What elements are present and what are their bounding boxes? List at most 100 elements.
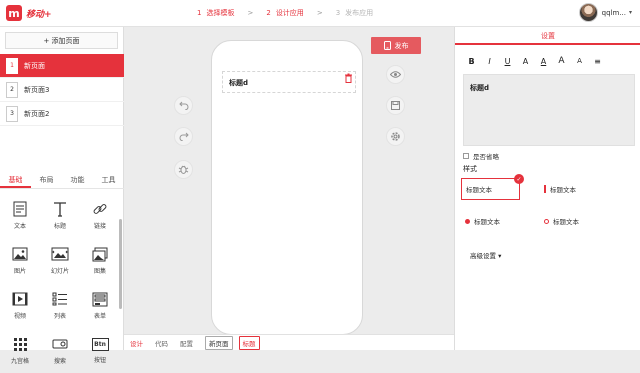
left-panel: + 添加页面 1 新页面 2 新页面3 3 新页面2 基础 布局 功能 工具 文… <box>0 27 124 365</box>
text-editor[interactable]: 标题d <box>463 74 635 146</box>
component-image[interactable]: 图片 <box>2 238 38 283</box>
omit-checkbox[interactable]: 是否省略 <box>463 151 499 161</box>
logo-name: 移动+ <box>26 9 52 20</box>
check-icon: ✓ <box>514 174 524 184</box>
step-3[interactable]: 3 发布应用 <box>336 8 373 18</box>
page-item[interactable]: 3 新页面2 <box>0 102 124 126</box>
page-label: 新页面2 <box>24 109 50 118</box>
publish-button[interactable]: 发布 <box>371 37 421 54</box>
format-toolbar: B I U A A A A ≡ <box>463 54 607 68</box>
step-indicator: 1 选择模板 > 2 设计应用 > 3 发布应用 <box>197 8 373 18</box>
redo-icon <box>179 132 189 141</box>
font-size-button[interactable]: A <box>517 54 534 68</box>
redo-button[interactable] <box>174 127 193 146</box>
undo-icon <box>178 101 188 110</box>
tab-layout[interactable]: 布局 <box>31 173 62 188</box>
page-number: 1 <box>6 57 18 74</box>
align-left-button[interactable]: ≡ <box>589 54 606 68</box>
save-icon <box>391 101 400 110</box>
app-logo[interactable]: m 移动+ <box>6 5 52 21</box>
step-separator: > <box>316 9 323 17</box>
slideshow-icon <box>51 246 69 262</box>
text-editor-value: 标题d <box>470 84 490 92</box>
breadcrumb-page[interactable]: 新页面 <box>205 335 233 350</box>
gallery-icon <box>91 246 109 262</box>
tab-config[interactable]: 配置 <box>180 338 193 348</box>
step-separator: > <box>247 9 254 17</box>
chevron-down-icon: ▾ <box>628 9 632 16</box>
avatar[interactable] <box>578 3 598 22</box>
tab-tools[interactable]: 工具 <box>93 173 124 188</box>
phone-icon <box>383 41 391 50</box>
tab-design[interactable]: 设计 <box>130 338 143 348</box>
component-form[interactable]: 表单 <box>82 283 118 328</box>
font-increase-button[interactable]: A <box>553 54 570 68</box>
bar-marker-icon <box>544 185 546 193</box>
logo-mark: m <box>6 5 22 21</box>
text-doc-icon <box>11 201 29 217</box>
add-page-button[interactable]: + 添加页面 <box>5 32 118 49</box>
component-button[interactable]: Btn 按钮 <box>82 328 118 373</box>
tab-settings[interactable]: 设置 <box>455 30 640 45</box>
component-video[interactable]: 视频 <box>2 283 38 328</box>
link-icon <box>91 201 109 217</box>
title-t-icon <box>51 201 69 217</box>
tab-code[interactable]: 代码 <box>155 338 168 348</box>
component-text[interactable]: 文本 <box>2 193 38 238</box>
ring-marker-icon <box>544 218 549 224</box>
page-number: 3 <box>6 105 18 122</box>
component-grid-nine[interactable]: 九宫格 <box>2 328 38 373</box>
top-bar: m 移动+ 1 选择模板 > 2 设计应用 > 3 发布应用 qqlm... ▾ <box>0 0 640 27</box>
user-menu[interactable]: qqlm... ▾ <box>578 3 632 22</box>
form-icon <box>91 291 109 307</box>
settings-panel: 设置 B I U A A A A ≡ 标题d 是否省略 样式 标题文本 ✓ 标题… <box>454 27 640 350</box>
component-slideshow[interactable]: 幻灯片 <box>42 238 78 283</box>
undo-button[interactable] <box>174 96 193 115</box>
scrollbar[interactable] <box>119 219 122 309</box>
tab-basic[interactable]: 基础 <box>0 173 31 188</box>
font-color-button[interactable]: A <box>535 54 552 68</box>
underline-button[interactable]: U <box>499 54 516 68</box>
user-name: qqlm... <box>601 8 626 17</box>
component-grid: 文本 标题 链接 图片 幻灯片 图集 视频 列表 表单 九宫格 搜索 Btn 按… <box>0 193 118 373</box>
breadcrumb-widget[interactable]: 标题 <box>238 335 260 350</box>
page-number: 2 <box>6 81 18 98</box>
style-option[interactable]: 标题文本 <box>544 178 614 200</box>
component-title[interactable]: 标题 <box>42 193 78 238</box>
style-option[interactable]: 标题文本 <box>544 210 614 232</box>
component-list[interactable]: 列表 <box>42 283 78 328</box>
debug-button[interactable] <box>174 160 193 179</box>
save-button[interactable] <box>386 96 405 115</box>
settings-button[interactable] <box>386 127 405 146</box>
preview-button[interactable] <box>386 65 405 84</box>
page-item[interactable]: 2 新页面3 <box>0 78 124 102</box>
tab-function[interactable]: 功能 <box>62 173 93 188</box>
bottom-bar: 设计 代码 配置 新页面 标题 <box>124 334 454 350</box>
component-gallery[interactable]: 图集 <box>82 238 118 283</box>
page-list: 1 新页面 2 新页面3 3 新页面2 <box>0 54 124 126</box>
page-item[interactable]: 1 新页面 <box>0 54 124 78</box>
trash-icon[interactable] <box>344 73 353 83</box>
bold-button[interactable]: B <box>463 54 480 68</box>
component-link[interactable]: 链接 <box>82 193 118 238</box>
italic-button[interactable]: I <box>481 54 498 68</box>
phone-canvas[interactable]: 标题d <box>211 40 363 335</box>
component-tabs: 基础 布局 功能 工具 <box>0 173 124 189</box>
video-icon <box>11 291 29 307</box>
step-1[interactable]: 1 选择模板 <box>197 8 234 18</box>
step-2[interactable]: 2 设计应用 <box>266 8 303 18</box>
list-icon <box>51 291 69 307</box>
component-search[interactable]: 搜索 <box>42 328 78 373</box>
eye-icon <box>390 71 401 78</box>
advanced-settings-toggle[interactable]: 高级设置 ▾ <box>470 250 501 260</box>
fill-color-button[interactable]: A <box>571 54 588 68</box>
style-option[interactable]: 标题文本 ✓ <box>461 174 524 200</box>
chevron-down-icon: ▾ <box>496 252 502 260</box>
gear-icon <box>391 132 400 141</box>
style-option[interactable]: 标题文本 <box>465 210 535 232</box>
page-label: 新页面 <box>24 61 45 70</box>
title-widget[interactable]: 标题d <box>222 71 356 93</box>
style-label: 样式 <box>463 165 477 173</box>
checkbox[interactable] <box>463 153 469 159</box>
page-label: 新页面3 <box>24 85 50 94</box>
